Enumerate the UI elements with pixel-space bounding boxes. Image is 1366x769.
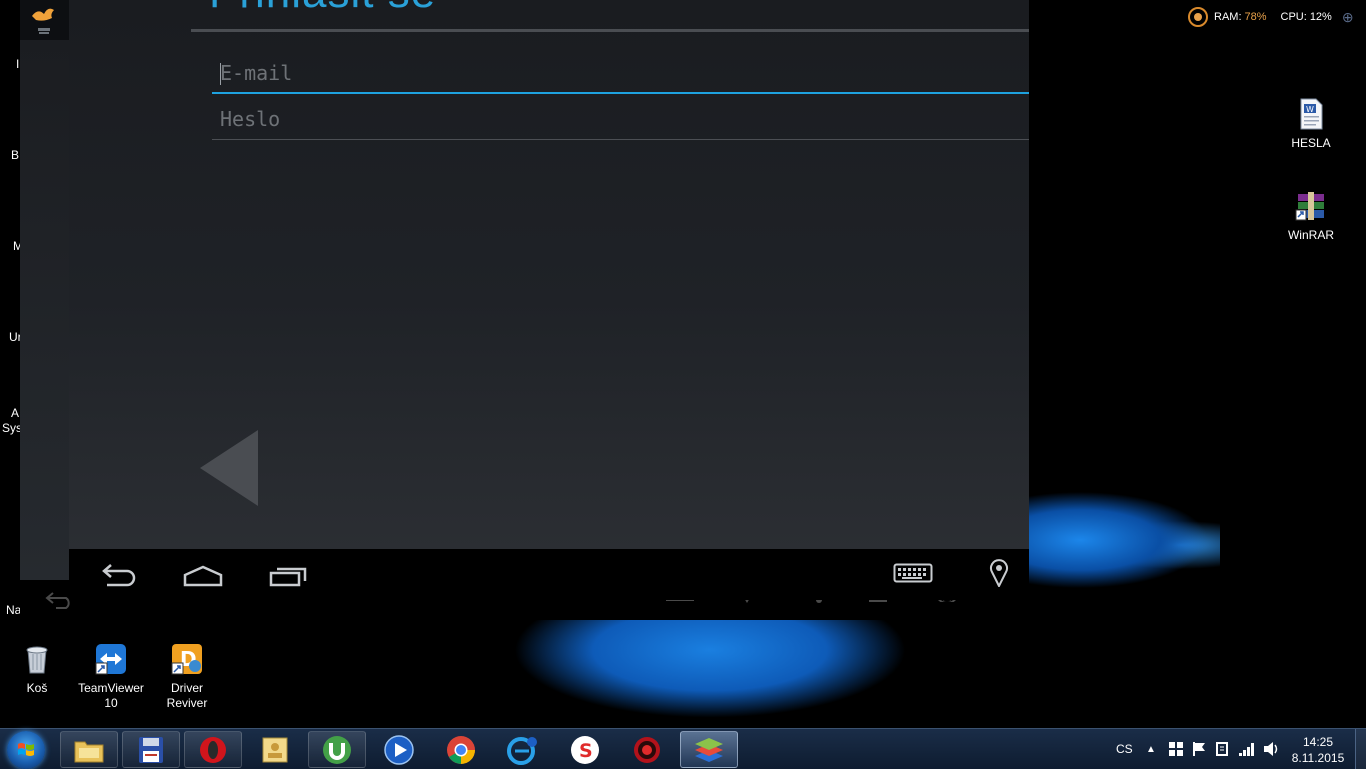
android-login-screen: Přihlásit se [69,0,1029,549]
svg-text:W: W [1306,105,1314,114]
utorrent-icon [323,735,351,764]
bluestacks-icon [695,737,723,762]
desktop-icon-label: Koš [26,681,48,695]
desktop-icon-label: WinRAR [1287,228,1334,242]
desktop-icon-label: TeamViewer 10 [78,681,144,710]
password-input[interactable] [212,100,1029,138]
teamviewer-icon [95,644,126,675]
taskbar-bluestacks[interactable] [680,731,738,768]
taskbar-opera[interactable] [184,731,242,768]
email-input[interactable] [212,54,1029,92]
taskbar-s-app[interactable]: S [556,731,614,768]
broom-gauge-icon [1188,7,1208,27]
windows-tray-icon[interactable] [1168,741,1184,757]
desktop-label: A [11,406,20,420]
contacts-icon [262,737,288,762]
page-title: Přihlásit se [209,0,436,18]
desktop-icon-label: Driver Reviver [166,681,208,710]
start-button[interactable] [7,731,45,769]
chrome-icon [447,735,475,764]
text-cursor [220,63,221,85]
location-button-icon[interactable] [989,559,1009,587]
taskbar-clock[interactable]: 14:25 8.11.2015 [1288,734,1348,766]
play-icon [384,734,414,765]
bluestacks-logo-icon[interactable] [28,4,60,38]
email-field-underline [212,92,1029,94]
folder-icon [74,741,104,762]
driver-reviver-icon: D [171,644,202,675]
password-field-underline [212,139,1029,140]
taskbar: S CS ▲ 14:25 8.11.2015 [0,728,1366,769]
volume-icon[interactable] [1263,741,1281,757]
desktop-label: B [11,148,20,162]
system-monitor-widget[interactable]: RAM: 78% CPU: 12% ⊕ [1186,5,1362,29]
windows-flag-icon [18,743,34,756]
svg-text:S: S [579,740,593,762]
cpu-label: CPU: [1280,11,1307,23]
clock-time: 14:25 [1302,735,1334,749]
language-indicator[interactable]: CS [1116,729,1133,769]
title-divider [191,29,1029,32]
network-signal-icon[interactable] [1238,741,1256,757]
email-field[interactable] [212,54,1029,94]
show-desktop-button[interactable] [1355,729,1366,769]
language-label: CS [1116,742,1133,756]
taskbar-browser-e[interactable] [494,731,552,768]
taskbar-media-player[interactable] [370,731,428,768]
gear-red-icon [634,736,660,763]
recent-apps-button-icon[interactable] [269,565,309,587]
back-arrow-icon[interactable] [200,430,258,506]
left-desktop-labels: I B M Ur A Syst Na [0,0,25,728]
floppy-icon [139,736,163,763]
plus-icon[interactable]: ⊕ [1342,9,1354,26]
recycle-bin-icon [26,646,48,674]
ram-value: 78% [1244,11,1267,23]
taskbar-utorrent[interactable] [308,731,366,768]
clock-date: 8.11.2015 [1291,751,1345,765]
action-center-flag-icon[interactable] [1192,741,1208,757]
winrar-icon [1295,192,1324,221]
ram-label: RAM: [1214,11,1242,23]
emulator-left-strip [20,40,69,580]
taskbar-game-app[interactable] [618,731,676,768]
taskbar-chrome[interactable] [432,731,490,768]
desktop-icon-winrar[interactable]: WinRAR [1282,190,1340,243]
taskbar-save-app[interactable] [122,731,180,768]
opera-icon [200,736,226,763]
safely-remove-icon[interactable] [1214,741,1230,757]
desktop-label: I [16,57,20,71]
desktop-icon-driver-reviver[interactable]: D Driver Reviver [156,643,218,711]
android-navbar [69,549,1029,600]
keyboard-button-icon[interactable] [893,563,933,583]
word-document-icon: W [1300,98,1323,130]
password-field[interactable] [212,100,1029,140]
desktop-icon-recycle-bin[interactable]: Koš [16,643,58,696]
back-button-icon[interactable] [99,563,137,587]
show-hidden-icons-button[interactable]: ▲ [1146,729,1156,769]
desktop-icon-label: HESLA [1291,136,1331,150]
chevron-up-icon: ▲ [1146,743,1156,755]
e-browser-icon [507,736,537,765]
desktop-icon-hesla[interactable]: W HESLA [1282,98,1340,151]
desktop-icon-teamviewer[interactable]: TeamViewer 10 [76,643,146,711]
cpu-value: 12% [1309,11,1332,23]
home-button-icon[interactable] [183,565,223,587]
taskbar-contacts[interactable] [246,731,304,768]
taskbar-file-explorer[interactable] [60,731,118,768]
s-app-icon: S [571,735,599,764]
